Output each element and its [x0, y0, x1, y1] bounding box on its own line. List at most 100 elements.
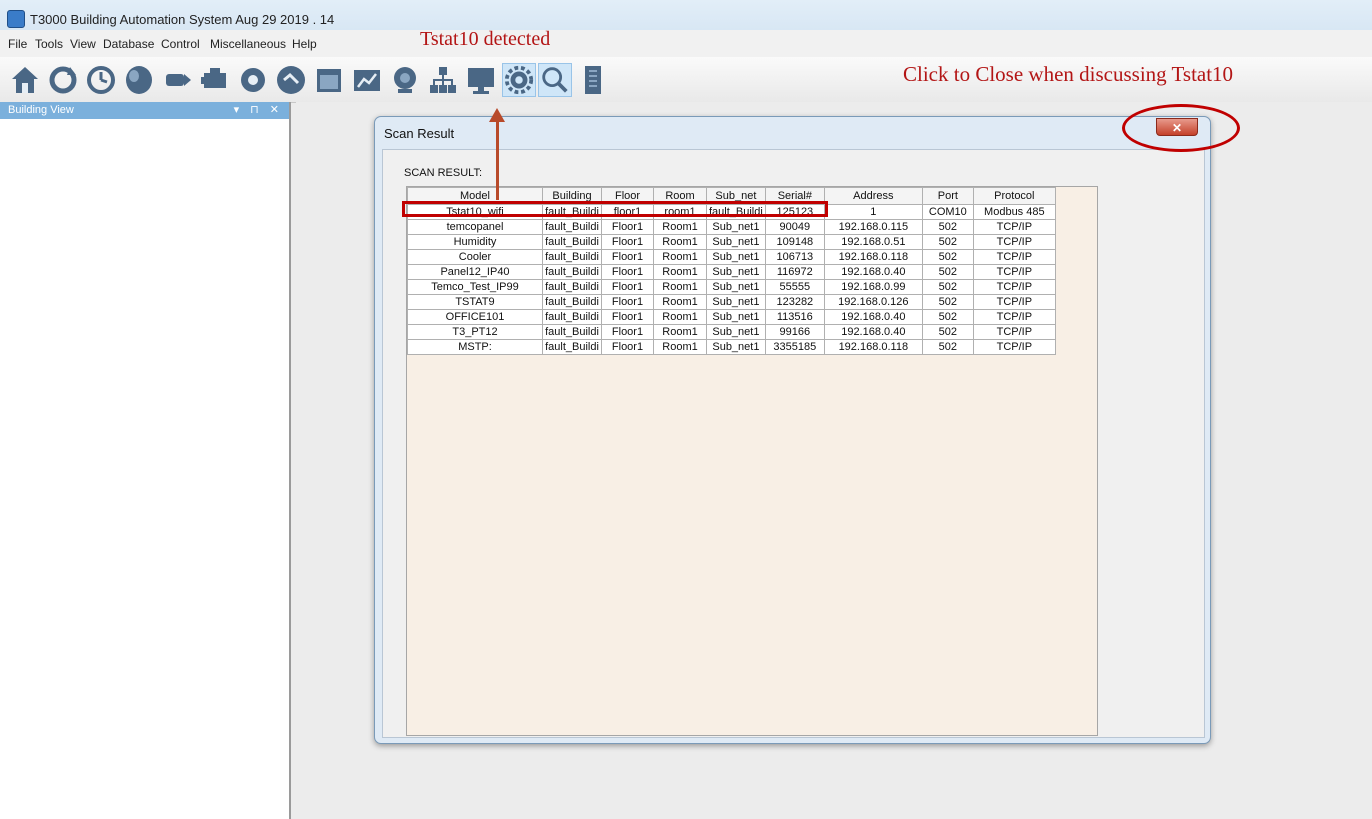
table-cell: temcopanel [407, 219, 543, 235]
table-row[interactable]: OFFICE101 fault_Buildi Floor1 Room1 Sub_net1… [407, 309, 1056, 325]
controller-icon[interactable] [274, 63, 308, 97]
table-cell: TCP/IP [972, 279, 1056, 295]
dialog-title: Scan Result [384, 126, 455, 141]
table-cell: 113516 [764, 309, 825, 325]
table-row[interactable]: temcopanel fault_Buildi Floor1 Room1 Sub_net… [407, 219, 1056, 235]
calendar-icon[interactable] [312, 63, 346, 97]
table-cell: Sub_net1 [706, 219, 766, 235]
refresh-icon[interactable] [46, 63, 80, 97]
menu-control[interactable]: Control [161, 37, 200, 51]
table-cell: fault_Buildi [542, 324, 602, 340]
table-cell: Room1 [653, 294, 707, 310]
table-row[interactable]: Humidity fault_Buildi Floor1 Room1 Sub_net1 1… [407, 234, 1056, 250]
col-address[interactable]: Address [823, 187, 923, 205]
table-row[interactable]: MSTP: fault_Buildi Floor1 Room1 Sub_net1 3355… [407, 339, 1056, 355]
network-icon[interactable] [426, 63, 460, 97]
table-cell: Sub_net1 [706, 234, 766, 250]
table-cell: Floor1 [601, 294, 654, 310]
table-cell: fault_Buildi [542, 219, 602, 235]
table-row[interactable]: Temco_Test_IP99 fault_Buildi Floor1 Room1 Su… [407, 279, 1056, 295]
table-cell: Room1 [653, 264, 707, 280]
table-cell: 502 [921, 294, 974, 310]
table-cell: 502 [921, 339, 974, 355]
table-cell: 502 [921, 279, 974, 295]
table-cell: 99166 [764, 324, 825, 340]
scan-result-label: SCAN RESULT: [404, 167, 483, 179]
input-icon[interactable] [122, 63, 156, 97]
settings-icon[interactable] [502, 63, 536, 97]
table-cell: Floor1 [601, 249, 654, 265]
menu-tools[interactable]: Tools [35, 37, 63, 51]
col-port[interactable]: Port [921, 187, 974, 205]
menu-help[interactable]: Help [292, 37, 317, 51]
schedule-icon[interactable] [84, 63, 118, 97]
table-row[interactable]: TSTAT9 fault_Buildi Floor1 Room1 Sub_net1 123… [407, 294, 1056, 310]
annotation-tstat10-detected: Tstat10 detected [420, 28, 551, 50]
table-cell: Floor1 [601, 219, 654, 235]
menu-file[interactable]: File [8, 37, 27, 51]
table-cell: 502 [921, 324, 974, 340]
dialog-client: SCAN RESULT: Model Building Floor Room S… [382, 149, 1205, 738]
screen-icon[interactable] [464, 63, 498, 97]
menu-view[interactable]: View [70, 37, 96, 51]
table-cell: Floor1 [601, 264, 654, 280]
table-cell: TCP/IP [972, 219, 1056, 235]
table-cell: Sub_net1 [706, 324, 766, 340]
alarm-icon[interactable] [388, 63, 422, 97]
output-icon[interactable] [160, 63, 194, 97]
table-row[interactable]: Cooler fault_Buildi Floor1 Room1 Sub_net1 106… [407, 249, 1056, 265]
table-cell: 123282 [764, 294, 825, 310]
program-icon[interactable] [236, 63, 270, 97]
table-cell: 109148 [764, 234, 825, 250]
table-cell: fault_Buildi [542, 294, 602, 310]
table-cell: fault_Buildi [542, 279, 602, 295]
building-icon[interactable] [8, 63, 42, 97]
scan-icon[interactable] [538, 63, 572, 97]
table-cell: 502 [921, 264, 974, 280]
table-cell: 116972 [764, 264, 825, 280]
building-view-header: Building View ▾ ⊓ ✕ [0, 102, 289, 119]
table-cell: 192.168.0.40 [823, 324, 923, 340]
table-cell: 55555 [764, 279, 825, 295]
graph-icon[interactable] [350, 63, 384, 97]
table-cell: OFFICE101 [407, 309, 543, 325]
table-cell: Sub_net1 [706, 339, 766, 355]
table-cell: TCP/IP [972, 234, 1056, 250]
table-cell: fault_Buildi [542, 309, 602, 325]
table-cell: fault_Buildi [542, 339, 602, 355]
scan-result-grid[interactable]: Model Building Floor Room Sub_net Serial… [406, 186, 1098, 736]
highlight-tstat10-row [402, 201, 828, 217]
panel-icon[interactable] [576, 63, 610, 97]
table-body: Tstat10_wifi fault_Buildi floor1 room1 fault… [407, 204, 1056, 355]
table-row[interactable]: T3_PT12 fault_Buildi Floor1 Room1 Sub_net1 99… [407, 324, 1056, 340]
table-cell: TCP/IP [972, 264, 1056, 280]
table-cell: 192.168.0.40 [823, 309, 923, 325]
menu-bar: File Tools View Database Control Miscell… [0, 30, 1372, 57]
table-cell: TCP/IP [972, 309, 1056, 325]
table-row[interactable]: Panel12_IP40 fault_Buildi Floor1 Room1 Sub_n… [407, 264, 1056, 280]
title-bar: T3000 Building Automation System Aug 29 … [0, 0, 1372, 30]
app-icon [7, 10, 25, 28]
table-cell: Room1 [653, 339, 707, 355]
menu-database[interactable]: Database [103, 37, 154, 51]
table-cell: Modbus 485 [972, 204, 1056, 220]
table-cell: fault_Buildi [542, 264, 602, 280]
table-cell: TCP/IP [972, 294, 1056, 310]
table-cell: 1 [823, 204, 923, 220]
table-cell: Room1 [653, 219, 707, 235]
table-cell: Sub_net1 [706, 309, 766, 325]
table-cell: Floor1 [601, 339, 654, 355]
table-cell: Room1 [653, 279, 707, 295]
table-cell: 192.168.0.51 [823, 234, 923, 250]
table-cell: fault_Buildi [542, 249, 602, 265]
table-cell: Room1 [653, 324, 707, 340]
table-cell: Floor1 [601, 309, 654, 325]
table-cell: 502 [921, 309, 974, 325]
menu-miscellaneous[interactable]: Miscellaneous [210, 37, 286, 51]
pane-controls[interactable]: ▾ ⊓ ✕ [234, 103, 283, 116]
col-protocol[interactable]: Protocol [972, 187, 1056, 205]
table-cell: 192.168.0.118 [823, 339, 923, 355]
variable-icon[interactable] [198, 63, 232, 97]
table-cell: 192.168.0.99 [823, 279, 923, 295]
table-cell: 90049 [764, 219, 825, 235]
